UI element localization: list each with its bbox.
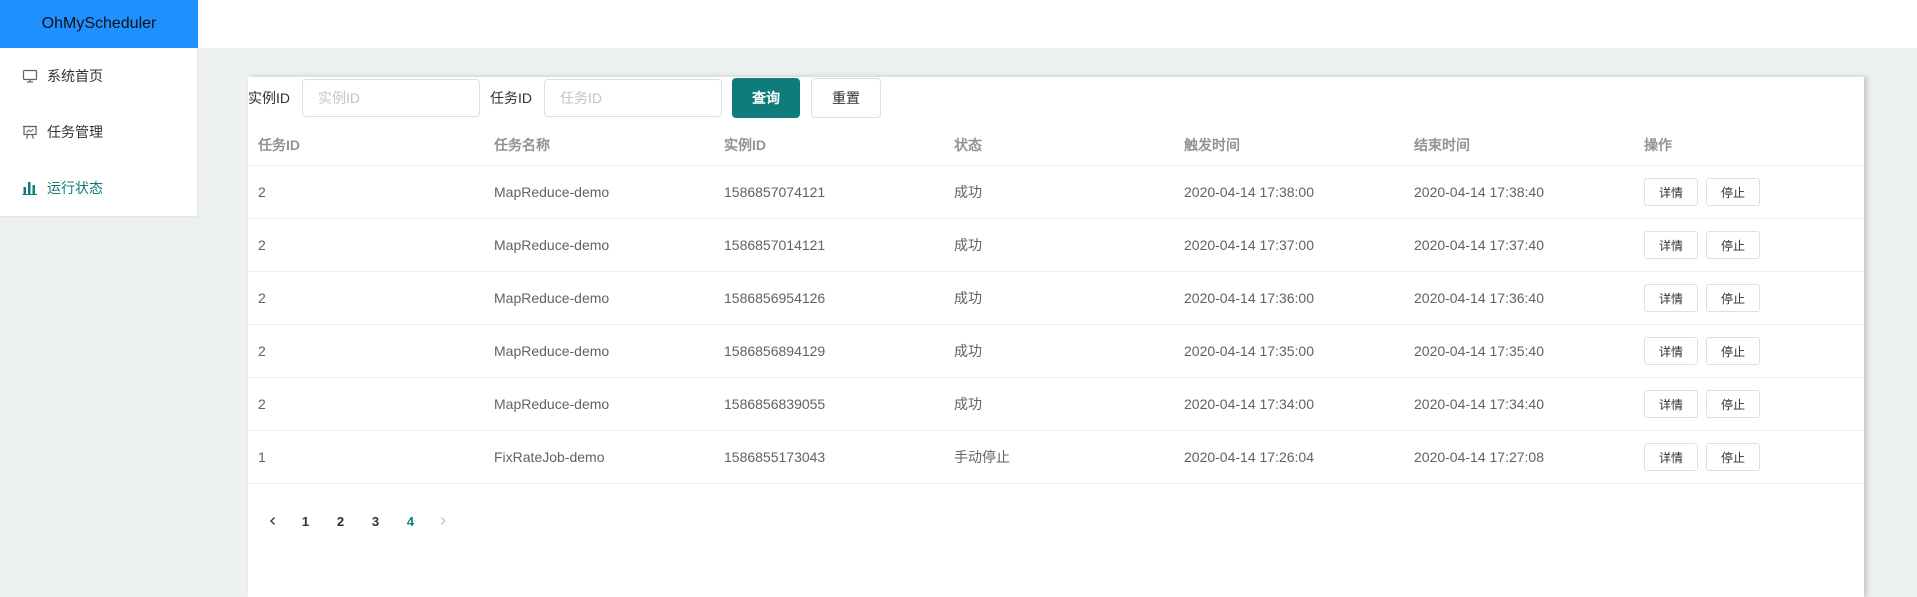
detail-button[interactable]: 详情 <box>1644 337 1699 365</box>
instance-id-cell: 1586855173043 <box>724 449 826 465</box>
job-name-cell: MapReduce-demo <box>494 184 610 200</box>
monitor-icon <box>22 68 38 84</box>
job-id-cell: 2 <box>258 396 266 412</box>
status-cell: 成功 <box>954 184 982 200</box>
table-header: 任务ID 任务名称 实例ID 状态 触发时间 结束时间 操作 <box>248 125 1864 166</box>
page-number-current[interactable]: 4 <box>393 514 428 529</box>
instance-id-cell: 1586856839055 <box>724 396 826 412</box>
status-cell: 成功 <box>954 396 982 412</box>
chevron-right-icon <box>441 517 446 525</box>
finish-time-cell: 2020-04-14 17:37:40 <box>1414 237 1544 253</box>
presentation-icon <box>22 124 38 140</box>
finish-time-cell: 2020-04-14 17:38:40 <box>1414 184 1544 200</box>
job-name-cell: MapReduce-demo <box>494 396 610 412</box>
status-cell: 成功 <box>954 237 982 253</box>
detail-button[interactable]: 详情 <box>1644 284 1699 312</box>
page-number[interactable]: 2 <box>323 514 358 529</box>
reset-button[interactable]: 重置 <box>811 78 881 118</box>
column-header: 任务名称 <box>494 137 550 153</box>
job-id-cell: 2 <box>258 290 266 306</box>
table-row: 2 MapReduce-demo 1586856954126 成功 2020-0… <box>248 272 1864 325</box>
table-row: 2 MapReduce-demo 1586857074121 成功 2020-0… <box>248 166 1864 219</box>
page-number[interactable]: 3 <box>358 514 393 529</box>
status-cell: 手动停止 <box>954 449 1010 465</box>
sidebar-item-label: 任务管理 <box>47 124 103 140</box>
column-header: 结束时间 <box>1414 137 1470 153</box>
table-row: 2 MapReduce-demo 1586857014121 成功 2020-0… <box>248 219 1864 272</box>
job-id-cell: 2 <box>258 237 266 253</box>
job-id-label: 任务ID <box>490 90 532 106</box>
detail-button[interactable]: 详情 <box>1644 231 1699 259</box>
next-page-button[interactable] <box>428 516 458 526</box>
trigger-time-cell: 2020-04-14 17:36:00 <box>1184 290 1314 306</box>
stop-button[interactable]: 停止 <box>1706 443 1761 471</box>
stop-button[interactable]: 停止 <box>1706 284 1761 312</box>
actions-cell: 详情 停止 <box>1634 337 1864 365</box>
page-number[interactable]: 1 <box>288 514 323 529</box>
sidebar-item-jobs[interactable]: 任务管理 <box>0 104 197 160</box>
actions-cell: 详情 停止 <box>1634 231 1864 259</box>
stop-button[interactable]: 停止 <box>1706 337 1761 365</box>
job-id-cell: 2 <box>258 343 266 359</box>
prev-page-button[interactable] <box>258 516 288 526</box>
table-row: 1 FixRateJob-demo 1586855173043 手动停止 202… <box>248 431 1864 484</box>
status-cell: 成功 <box>954 290 982 306</box>
sidebar-item-home[interactable]: 系统首页 <box>0 48 197 104</box>
query-button[interactable]: 查询 <box>732 78 800 118</box>
instance-id-cell: 1586857014121 <box>724 237 826 253</box>
trigger-time-cell: 2020-04-14 17:35:00 <box>1184 343 1314 359</box>
pagination: 1 2 3 4 <box>258 507 458 535</box>
actions-cell: 详情 停止 <box>1634 178 1864 206</box>
column-header: 触发时间 <box>1184 137 1240 153</box>
stop-button[interactable]: 停止 <box>1706 231 1761 259</box>
column-header: 操作 <box>1644 137 1672 153</box>
actions-cell: 详情 停止 <box>1634 390 1864 418</box>
instance-id-label: 实例ID <box>248 90 290 106</box>
job-name-cell: MapReduce-demo <box>494 237 610 253</box>
instance-id-cell: 1586856894129 <box>724 343 826 359</box>
detail-button[interactable]: 详情 <box>1644 178 1699 206</box>
instance-id-input[interactable] <box>302 79 480 117</box>
trigger-time-cell: 2020-04-14 17:37:00 <box>1184 237 1314 253</box>
instance-table: 任务ID 任务名称 实例ID 状态 触发时间 结束时间 操作 2 MapRedu… <box>248 125 1864 484</box>
finish-time-cell: 2020-04-14 17:27:08 <box>1414 449 1544 465</box>
finish-time-cell: 2020-04-14 17:35:40 <box>1414 343 1544 359</box>
search-form: 实例ID 任务ID 查询 重置 <box>248 78 881 118</box>
actions-cell: 详情 停止 <box>1634 284 1864 312</box>
column-header: 实例ID <box>724 137 766 153</box>
stop-button[interactable]: 停止 <box>1706 390 1761 418</box>
column-header: 任务ID <box>258 137 300 153</box>
trigger-time-cell: 2020-04-14 17:38:00 <box>1184 184 1314 200</box>
job-name-cell: MapReduce-demo <box>494 343 610 359</box>
top-bar <box>198 0 1917 48</box>
instance-id-cell: 1586857074121 <box>724 184 826 200</box>
job-id-cell: 1 <box>258 449 266 465</box>
job-id-cell: 2 <box>258 184 266 200</box>
job-name-cell: MapReduce-demo <box>494 290 610 306</box>
column-header: 状态 <box>954 137 982 153</box>
app-logo: OhMyScheduler <box>0 0 198 48</box>
finish-time-cell: 2020-04-14 17:36:40 <box>1414 290 1544 306</box>
chevron-left-icon <box>270 517 275 525</box>
job-id-input[interactable] <box>544 79 722 117</box>
table-row: 2 MapReduce-demo 1586856894129 成功 2020-0… <box>248 325 1864 378</box>
table-row: 2 MapReduce-demo 1586856839055 成功 2020-0… <box>248 378 1864 431</box>
trigger-time-cell: 2020-04-14 17:34:00 <box>1184 396 1314 412</box>
instance-id-cell: 1586856954126 <box>724 290 826 306</box>
sidebar-item-label: 运行状态 <box>47 180 103 196</box>
detail-button[interactable]: 详情 <box>1644 443 1699 471</box>
sidebar: 系统首页 任务管理 运行状态 <box>0 48 198 217</box>
job-name-cell: FixRateJob-demo <box>494 449 605 465</box>
main-panel: 实例ID 任务ID 查询 重置 任务ID 任务名称 实例ID 状态 触发时间 结… <box>248 77 1864 597</box>
trigger-time-cell: 2020-04-14 17:26:04 <box>1184 449 1314 465</box>
finish-time-cell: 2020-04-14 17:34:40 <box>1414 396 1544 412</box>
detail-button[interactable]: 详情 <box>1644 390 1699 418</box>
sidebar-item-status[interactable]: 运行状态 <box>0 160 197 216</box>
sidebar-item-label: 系统首页 <box>47 68 103 84</box>
actions-cell: 详情 停止 <box>1634 443 1864 471</box>
status-cell: 成功 <box>954 343 982 359</box>
bar-chart-icon <box>22 180 38 196</box>
stop-button[interactable]: 停止 <box>1706 178 1761 206</box>
